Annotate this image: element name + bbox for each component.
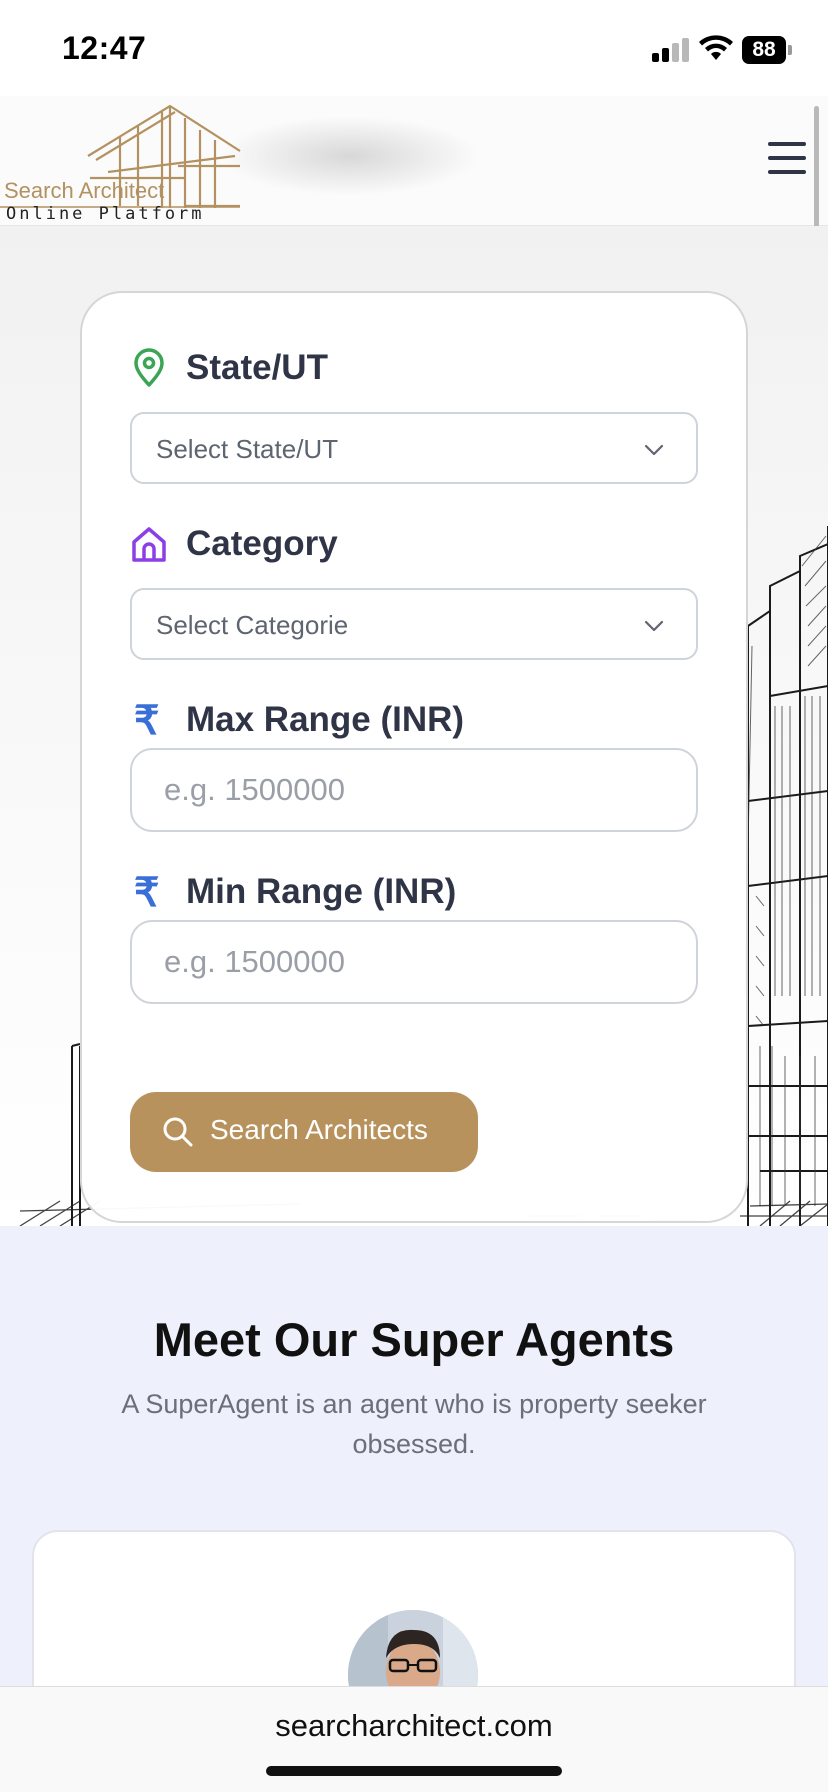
min-range-input[interactable]: e.g. 1500000 (130, 920, 698, 1004)
battery-icon: 88 (742, 36, 792, 64)
page-scrollbar[interactable] (814, 106, 819, 238)
search-architects-button[interactable]: Search Architects (130, 1092, 478, 1172)
agents-subtitle: A SuperAgent is an agent who is property… (121, 1389, 707, 1459)
rupee-icon: ₹ (134, 699, 160, 743)
chevron-down-icon (644, 444, 664, 456)
home-icon (132, 527, 166, 562)
rupee-icon: ₹ (134, 871, 160, 915)
battery-level: 88 (742, 36, 786, 64)
search-icon (163, 1117, 193, 1147)
min-range-label: Min Range (INR) (186, 872, 457, 911)
status-bar: 12:47 88 (0, 0, 828, 96)
cellular-signal-icon (652, 38, 690, 62)
state-select-placeholder: Select State/UT (156, 434, 339, 464)
min-range-placeholder: e.g. 1500000 (164, 944, 346, 979)
map-pin-icon (134, 348, 164, 387)
browser-url[interactable]: searcharchitect.com (0, 1708, 828, 1744)
home-indicator[interactable] (266, 1766, 562, 1776)
search-button-label: Search Architects (210, 1114, 428, 1145)
category-select-placeholder: Select Categorie (156, 610, 349, 640)
hamburger-menu-icon[interactable] (768, 142, 806, 174)
max-range-input[interactable]: e.g. 1500000 (130, 748, 698, 832)
max-range-label: Max Range (INR) (186, 700, 465, 739)
wifi-icon (699, 35, 733, 60)
status-time: 12:47 (62, 30, 147, 66)
max-range-placeholder: e.g. 1500000 (164, 772, 346, 807)
logo-title: Search Architect (4, 178, 165, 203)
category-select[interactable]: Select Categorie (130, 588, 698, 660)
chevron-down-icon (644, 620, 664, 632)
state-label: State/UT (186, 348, 328, 387)
site-logo[interactable]: Search Architect Online Platform (0, 96, 250, 226)
agents-title: Meet Our Super Agents (153, 1313, 675, 1366)
category-label: Category (186, 524, 338, 563)
state-select[interactable]: Select State/UT (130, 412, 698, 484)
logo-subtitle: Online Platform (6, 204, 205, 224)
site-header: Search Architect Online Platform (0, 96, 828, 226)
